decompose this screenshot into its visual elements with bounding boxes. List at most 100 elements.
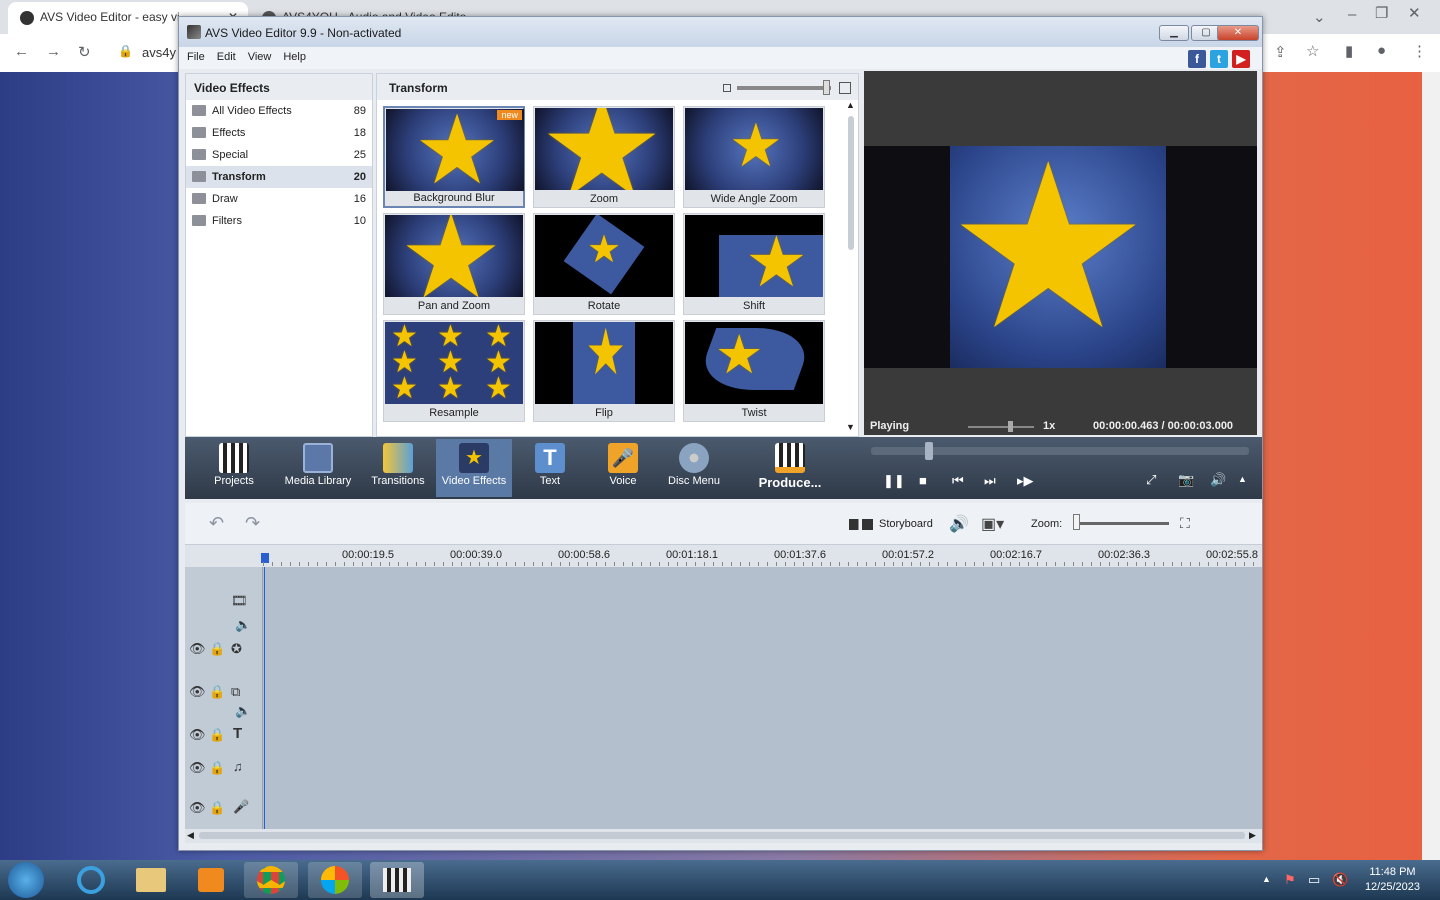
effects-grid-scrollbar[interactable]: ▲ ▼ [846, 100, 856, 434]
menu-file[interactable]: File [179, 47, 209, 63]
taskbar-chrome-icon[interactable] [244, 862, 298, 898]
stop-icon[interactable]: ■ [919, 473, 927, 488]
youtube-icon[interactable]: ▶ [1232, 50, 1250, 68]
toolbar-media-library[interactable]: Media Library [283, 439, 353, 497]
menu-view[interactable]: View [240, 47, 276, 63]
zoom-slider[interactable] [1075, 522, 1169, 525]
volume-arrow-icon[interactable]: ▲ [1238, 474, 1247, 484]
forward-icon[interactable]: → [46, 43, 61, 60]
taskbar-windows-icon[interactable] [308, 862, 362, 898]
text-visibility-icon[interactable]: 👁 [189, 727, 206, 743]
speed-slider[interactable] [968, 426, 1034, 428]
menu-help[interactable]: Help [275, 47, 310, 63]
toolbar-text[interactable]: T Text [529, 439, 571, 497]
thumb-size-small-icon[interactable] [723, 84, 731, 92]
taskbar-clock[interactable]: 11:48 PM 12/25/2023 [1365, 865, 1420, 895]
thumb-size-slider[interactable] [737, 86, 831, 90]
taskbar-media-player-icon[interactable] [184, 862, 238, 898]
redo-icon[interactable]: ↷ [245, 513, 260, 534]
effect-flip[interactable]: ★ Flip [533, 320, 675, 422]
effect-rotate[interactable]: ★ Rotate [533, 213, 675, 315]
volume-icon[interactable]: 🔊 [1210, 472, 1226, 488]
twitter-icon[interactable]: t [1210, 50, 1228, 68]
tray-network-icon[interactable]: ▭ [1308, 872, 1320, 888]
zoom-slider-handle[interactable] [1073, 514, 1080, 530]
storyboard-button[interactable]: Storyboard [879, 518, 933, 530]
profile-icon[interactable]: ● [1377, 42, 1386, 59]
effect-background-blur[interactable]: ★ new Background Blur [383, 106, 525, 208]
app-close-button[interactable]: ✕ [1217, 25, 1259, 41]
scroll-down-icon[interactable]: ▼ [846, 422, 855, 432]
start-button[interactable] [8, 862, 44, 898]
next-frame-icon[interactable]: ⏭ [984, 473, 996, 489]
taskbar-explorer-icon[interactable] [124, 862, 178, 898]
menu-edit[interactable]: Edit [209, 47, 240, 63]
tray-arrow-icon[interactable]: ▲ [1262, 874, 1271, 884]
category-all-video-effects[interactable]: All Video Effects 89 [186, 100, 372, 122]
share-icon[interactable]: ⇪ [1274, 43, 1287, 61]
timeline-tracks[interactable]: 🎞 🔈 👁 🔒 ✪ 👁 🔒 ⧉ 🔈 👁 🔒 T 👁 🔒 ♫ 👁 🔒 🎤 [185, 567, 1262, 829]
browser-close-icon[interactable]: ✕ [1408, 4, 1421, 22]
previous-frame-icon[interactable]: ⏮ [952, 473, 964, 489]
browser-minimize-icon[interactable]: – [1348, 6, 1356, 23]
menu-kebab-icon[interactable]: ⋮ [1412, 42, 1427, 60]
back-icon[interactable]: ← [14, 43, 29, 60]
hscroll-thumb[interactable] [199, 832, 1245, 839]
toolbar-voice[interactable]: 🎤 Voice [604, 439, 642, 497]
address-bar[interactable]: avs4y [142, 45, 176, 60]
timeline-horizontal-scrollbar[interactable]: ◀ ▶ [185, 829, 1262, 843]
effect-resample[interactable]: ★ ★ ★ ★ ★ ★ ★ ★ ★ Resample [383, 320, 525, 422]
thumb-size-large-icon[interactable] [839, 82, 851, 94]
video-audio-mute-icon[interactable]: 🔈 [235, 617, 251, 633]
music-lock-icon[interactable]: 🔒 [209, 760, 225, 776]
effect-shift[interactable]: ★ Shift [683, 213, 825, 315]
scroll-right-icon[interactable]: ▶ [1249, 830, 1256, 841]
category-effects[interactable]: Effects 18 [186, 122, 372, 144]
tray-volume-icon[interactable]: 🔇 [1332, 872, 1348, 888]
audio-mixer-icon[interactable]: 🔊 [949, 514, 969, 534]
taskbar-ie-icon[interactable] [64, 862, 118, 898]
thumb-size-slider-handle[interactable] [823, 80, 830, 95]
effects-visibility-icon[interactable]: 👁 [189, 641, 206, 657]
voice-visibility-icon[interactable]: 👁 [189, 800, 206, 816]
pause-icon[interactable]: ❚❚ [883, 473, 905, 489]
effect-pan-and-zoom[interactable]: ★ Pan and Zoom [383, 213, 525, 315]
app-minimize-button[interactable]: ▁ [1159, 25, 1189, 41]
category-transform[interactable]: Transform 20 [186, 166, 372, 188]
undo-icon[interactable]: ↶ [209, 513, 224, 534]
bookmark-star-icon[interactable]: ☆ [1306, 42, 1319, 60]
tab-search-chevron-icon[interactable]: ⌄ [1313, 8, 1326, 26]
category-filters[interactable]: Filters 10 [186, 210, 372, 232]
display-mode-icon[interactable]: ▣▾ [981, 514, 1004, 534]
toolbar-produce[interactable]: Produce... [755, 439, 825, 497]
seek-slider-handle[interactable] [925, 442, 933, 460]
page-scrollbar[interactable] [1422, 72, 1440, 860]
toolbar-transitions[interactable]: Transitions [369, 439, 427, 497]
effect-zoom[interactable]: ★ Zoom [533, 106, 675, 208]
toolbar-disc-menu[interactable]: Disc Menu [666, 439, 722, 497]
zoom-fit-icon[interactable]: ⛶ [1180, 515, 1190, 532]
music-visibility-icon[interactable]: 👁 [189, 760, 206, 776]
toolbar-video-effects[interactable]: ★ Video Effects [436, 439, 512, 497]
tray-flag-icon[interactable]: ⚑ [1284, 872, 1296, 888]
speed-slider-handle[interactable] [1008, 421, 1013, 432]
voice-lock-icon[interactable]: 🔒 [209, 800, 225, 816]
taskbar-avs-icon[interactable] [370, 862, 424, 898]
text-lock-icon[interactable]: 🔒 [209, 727, 225, 743]
scroll-thumb[interactable] [848, 116, 854, 250]
overlay-lock-icon[interactable]: 🔒 [209, 684, 225, 700]
sidepanel-icon[interactable]: ▮ [1345, 42, 1353, 60]
snapshot-icon[interactable]: 📷 [1178, 472, 1194, 488]
effect-wide-angle-zoom[interactable]: ★ Wide Angle Zoom [683, 106, 825, 208]
scroll-up-icon[interactable]: ▲ [846, 100, 855, 110]
scroll-left-icon[interactable]: ◀ [187, 830, 194, 841]
overlay-audio-mute-icon[interactable]: 🔈 [235, 703, 251, 719]
timeline-ruler[interactable]: 00:00:19.5 00:00:39.0 00:00:58.6 00:01:1… [185, 545, 1262, 567]
toolbar-projects[interactable]: Projects [207, 439, 261, 497]
fullscreen-icon[interactable]: ⤢ [1146, 472, 1156, 488]
facebook-icon[interactable]: f [1188, 50, 1206, 68]
play-range-icon[interactable]: ▸▶ [1017, 473, 1034, 489]
effect-twist[interactable]: ★ Twist [683, 320, 825, 422]
category-draw[interactable]: Draw 16 [186, 188, 372, 210]
browser-restore-icon[interactable]: ❐ [1375, 4, 1388, 22]
